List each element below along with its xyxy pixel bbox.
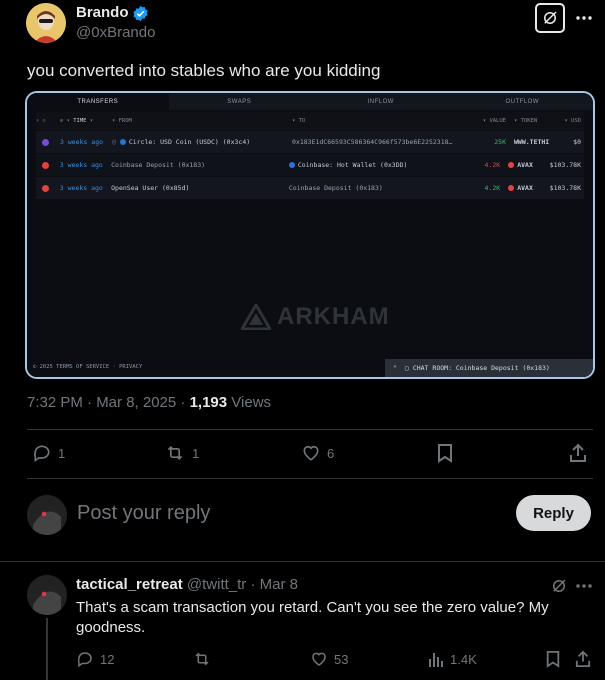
repost-icon: [195, 652, 209, 666]
row-time: 3 weeks ago: [60, 138, 104, 146]
more-options-icon[interactable]: [574, 9, 594, 27]
col-to: ▾ TO: [292, 118, 306, 124]
col-from: ▾ FROM: [112, 118, 132, 124]
heart-icon: [303, 445, 319, 461]
row-value: 25K: [494, 138, 506, 146]
chat-icon: ▢: [404, 364, 409, 372]
table-header: ▾ ⊘ ⊙ ▾ TIME ▾ ▾ FROM ▾ TO ▾ VALUE ▾ TOK…: [36, 112, 584, 130]
row-value: 4.2K: [484, 161, 501, 169]
tab-transfers: TRANSFERS: [27, 93, 169, 110]
row-usd: $0: [573, 138, 581, 146]
attached-image[interactable]: TRANSFERS SWAPS INFLOW OUTFLOW ▾ ⊘ ⊙ ▾ T…: [25, 91, 595, 379]
reply-action[interactable]: 1: [32, 443, 65, 463]
reply-header: tactical_retreat @twitt_tr · Mar 8: [76, 576, 298, 593]
row-from: Coinbase Deposit (0x183): [111, 161, 206, 169]
tab-outflow: OUTFLOW: [505, 98, 539, 105]
table-row: 3 weeks ago @ Circle: USD Coin (USDC) (0…: [36, 131, 584, 153]
user-avatar[interactable]: [27, 495, 67, 535]
share-icon[interactable]: [574, 650, 592, 668]
repost-icon: [167, 445, 183, 461]
post-timestamp[interactable]: 7:32 PM · Mar 8, 2025 ·: [27, 394, 190, 411]
avax-icon: [36, 184, 60, 192]
thread-line: [46, 618, 48, 680]
row-token: AVAX: [500, 184, 549, 192]
divider: [27, 429, 593, 430]
reply-input[interactable]: Post your reply: [77, 502, 210, 525]
reply-views[interactable]: 1.4K: [428, 650, 477, 668]
verified-badge-icon: [132, 5, 149, 22]
post-meta: 7:32 PM · Mar 8, 2025 · 1,193 Views: [27, 394, 271, 411]
table-row: 3 weeks ago OpenSea User (0x85d) Coinbas…: [36, 177, 584, 199]
like-action[interactable]: 6: [301, 443, 334, 463]
arkham-logo-icon: [241, 304, 271, 330]
grok-icon[interactable]: [535, 3, 565, 33]
col-usd: ▾ USD: [564, 118, 581, 124]
tab-swaps: SWAPS: [227, 98, 252, 105]
row-to: 0x183E1dC66593C586364C966f573be6E2252318…: [292, 138, 453, 146]
reply-button[interactable]: Reply: [516, 495, 591, 531]
row-time: 3 weeks ago: [59, 161, 103, 169]
bookmark-icon[interactable]: [544, 650, 562, 668]
table-row: 3 weeks ago Coinbase Deposit (0x183) Coi…: [36, 154, 584, 176]
author-avatar[interactable]: [26, 3, 66, 43]
reply-text: That's a scam transaction you retard. Ca…: [76, 599, 549, 636]
views-count: 1,193: [189, 394, 228, 411]
col-value: ▾ VALUE: [482, 118, 506, 124]
reply-icon: [34, 445, 50, 463]
chat-room-bar: ⌃ ▢ CHAT ROOM: Coinbase Deposit (0x183): [385, 359, 593, 377]
row-usd: $103.78K: [549, 184, 581, 192]
reply-date[interactable]: · Mar 8: [250, 576, 298, 593]
row-from: @ Circle: USD Coin (USDC) (0x3c4): [112, 138, 251, 146]
usdc-icon: [36, 138, 60, 146]
header-filter-icon: ▾ ⊘: [36, 118, 46, 124]
grok-icon[interactable]: [549, 576, 569, 596]
bookmark-icon[interactable]: [435, 443, 455, 463]
tab-inflow: INFLOW: [367, 98, 394, 105]
col-token: ▾ TOKEN: [514, 118, 538, 124]
image-footer: © 2025 TERMS OF SERVICE · PRIVACY ⌃ ▢ CH…: [27, 359, 593, 377]
reply-author-handle[interactable]: @twitt_tr: [187, 576, 246, 593]
reply-like-action[interactable]: 53: [310, 650, 348, 668]
row-from: OpenSea User (0x85d): [111, 184, 190, 192]
reply-author-name[interactable]: tactical_retreat: [76, 576, 183, 593]
row-value: 4.2K: [484, 184, 501, 192]
col-time: ⊙ ▾ TIME ▾: [60, 118, 94, 124]
reply-reply-action[interactable]: 12: [76, 650, 114, 668]
avax-icon: [36, 161, 60, 169]
image-tab-bar: TRANSFERS SWAPS INFLOW OUTFLOW: [27, 93, 593, 110]
row-usd: $103.78K: [549, 161, 581, 169]
views-icon: [429, 653, 443, 667]
chevron-up-icon: ⌃: [393, 364, 397, 372]
author-name[interactable]: Brando: [76, 4, 129, 21]
row-token: AVAX: [500, 161, 549, 169]
more-options-icon[interactable]: [574, 577, 594, 595]
footer-legal: © 2025 TERMS OF SERVICE · PRIVACY: [33, 364, 143, 370]
repost-action[interactable]: 1: [164, 443, 199, 463]
reply-icon: [77, 652, 92, 668]
reply-repost-action[interactable]: [192, 650, 212, 668]
author-handle[interactable]: @0xBrando: [76, 24, 155, 41]
row-to: Coinbase Deposit (0x183): [288, 184, 383, 192]
post-text: you converted into stables who are you k…: [27, 61, 381, 80]
row-time: 3 weeks ago: [59, 184, 103, 192]
reply-author-avatar[interactable]: [27, 575, 67, 615]
views-label: Views: [231, 394, 272, 411]
arkham-watermark: ARKHAM: [241, 303, 390, 331]
divider: [27, 478, 593, 479]
divider: [0, 561, 605, 562]
share-icon[interactable]: [568, 443, 588, 463]
row-token: WWW.TETHI: [514, 138, 550, 146]
row-to: Coinbase: Hot Wallet (0x3DD): [288, 161, 469, 169]
heart-icon: [312, 652, 326, 666]
